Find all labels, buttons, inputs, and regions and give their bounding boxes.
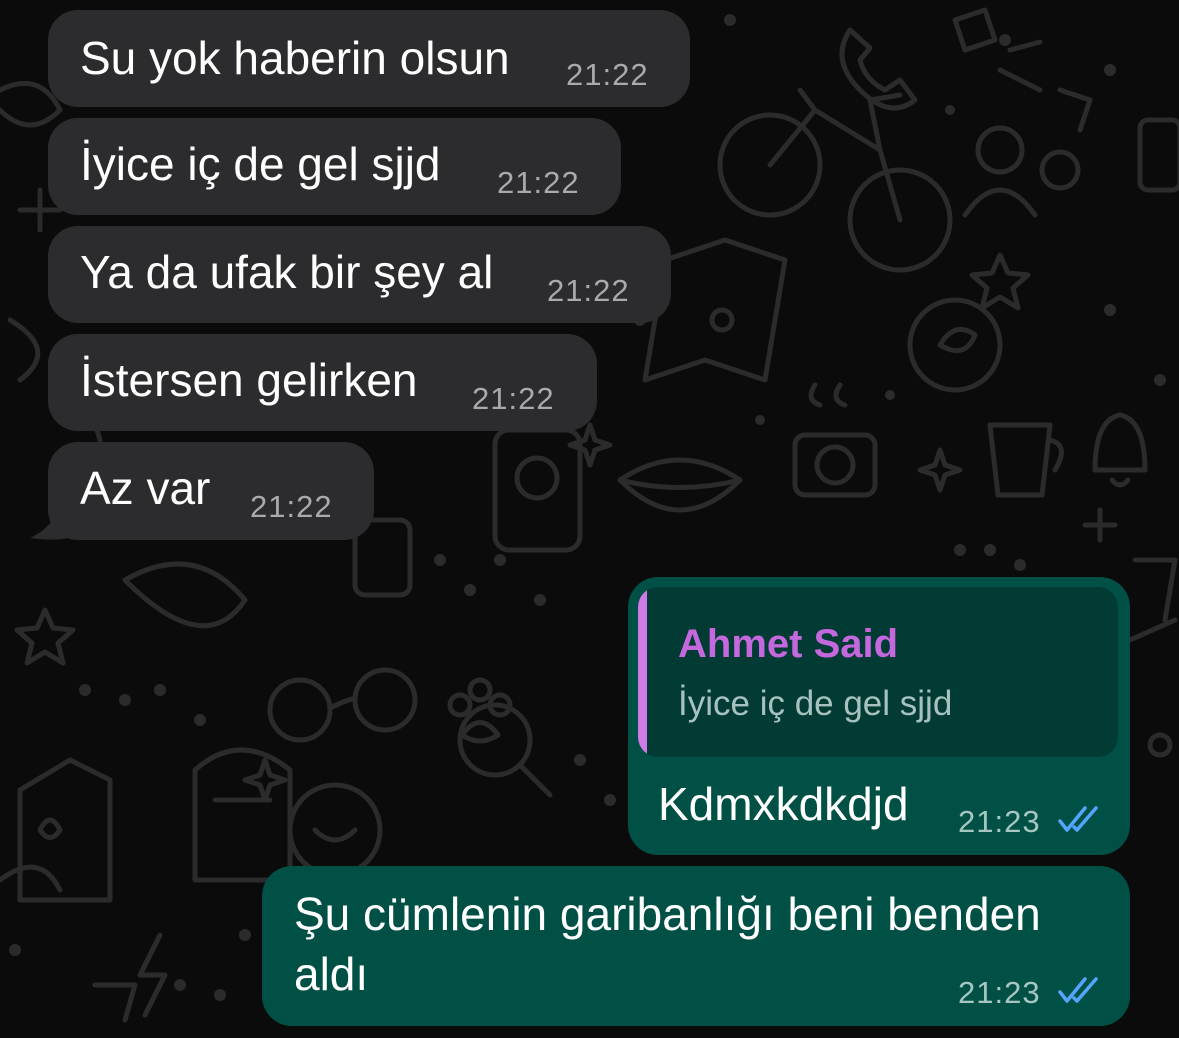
- incoming-message[interactable]: İstersen gelirken 21:22: [48, 334, 597, 431]
- incoming-message[interactable]: Su yok haberin olsun 21:22: [48, 10, 690, 107]
- quote-author: Ahmet Said: [678, 622, 899, 666]
- incoming-message[interactable]: Ya da ufak bir şey al 21:22: [48, 226, 671, 323]
- message-text: Su yok haberin olsun: [80, 32, 510, 84]
- message-time: 21:23: [958, 975, 1041, 1010]
- message-text: İstersen gelirken: [80, 354, 418, 406]
- message-text: Ya da ufak bir şey al: [80, 246, 494, 298]
- message-text: İyice iç de gel sjjd: [80, 138, 441, 190]
- double-check-icon: [1058, 977, 1098, 1003]
- message-text: Kdmxkdkdjd: [658, 778, 909, 830]
- message-time: 21:22: [497, 165, 580, 200]
- quote-text: İyice iç de gel sjjd: [678, 684, 953, 723]
- outgoing-message[interactable]: Ahmet Said İyice iç de gel sjjd Kdmxkdkd…: [628, 577, 1130, 855]
- message-time: 21:23: [958, 804, 1041, 839]
- message-time: 21:22: [472, 381, 555, 416]
- double-check-icon: [1058, 806, 1098, 832]
- outgoing-message[interactable]: Şu cümlenin garibanlığı beni benden aldı…: [262, 866, 1130, 1026]
- message-text: Az var: [80, 462, 211, 514]
- quoted-message[interactable]: Ahmet Said İyice iç de gel sjjd: [638, 587, 1118, 757]
- incoming-message[interactable]: Az var 21:22: [48, 442, 374, 540]
- incoming-message[interactable]: İyice iç de gel sjjd 21:22: [48, 118, 621, 215]
- message-time: 21:22: [250, 489, 333, 524]
- message-time: 21:22: [547, 273, 630, 308]
- quote-accent-bar: [638, 587, 647, 757]
- message-time: 21:22: [566, 57, 649, 92]
